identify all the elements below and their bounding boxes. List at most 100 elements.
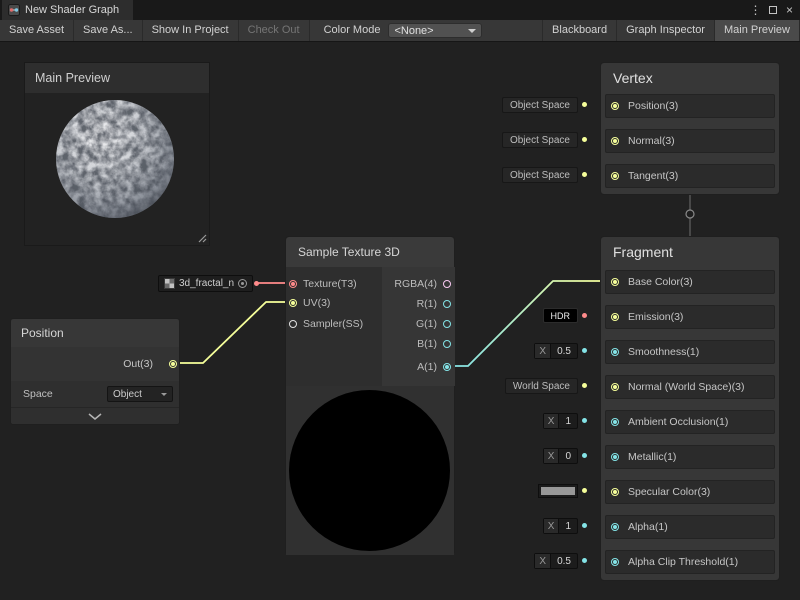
texture-asset-pill[interactable]: 3d_fractal_n [158,275,253,292]
vertex-row-tangent: Tangent(3) [605,164,775,188]
value[interactable]: 0.5 [551,346,577,357]
value[interactable]: 0 [559,451,577,462]
vertex-row-position: Position(3) [605,94,775,118]
float-field-smoothness[interactable]: X 0.5 [534,343,578,359]
save-as-button[interactable]: Save As... [74,20,143,41]
fragment-node[interactable]: Fragment Base Color(3) Emission(3) Smoot… [600,236,780,581]
port-alpha[interactable] [611,523,619,531]
port-position[interactable] [611,102,619,110]
port-b[interactable] [443,340,451,348]
port-alpha-clip-label: Alpha Clip Threshold(1) [628,551,738,573]
default-pill-tangent-space[interactable]: Object Space [502,167,578,183]
port-ambient-occlusion[interactable] [611,418,619,426]
shader-graph-icon [8,4,20,16]
resize-grip-icon[interactable] [197,233,207,243]
port-alpha-clip[interactable] [611,558,619,566]
port-metallic-label: Metallic(1) [628,446,676,468]
main-preview-title[interactable]: Main Preview [25,63,209,93]
blackboard-button[interactable]: Blackboard [542,20,617,41]
connector-dot [582,523,587,528]
float-field-alpha-clip[interactable]: X 0.5 [534,553,578,569]
pill-label: World Space [513,381,570,392]
save-asset-button[interactable]: Save Asset [0,20,74,41]
hdr-color-field[interactable]: HDR [543,308,579,323]
port-g[interactable] [443,320,451,328]
float-field-ambient-occlusion[interactable]: X 1 [543,413,578,429]
port-normal[interactable] [611,137,619,145]
chevron-down-icon[interactable] [88,413,102,420]
port-normal-ws[interactable] [611,383,619,391]
float-field-alpha[interactable]: X 1 [543,518,578,534]
space-dropdown[interactable]: Object [107,386,173,402]
port-specular-color-label: Specular Color(3) [628,481,710,503]
maximize-icon[interactable] [764,0,781,20]
port-tangent[interactable] [611,172,619,180]
port-a[interactable] [443,363,451,371]
check-out-button: Check Out [239,20,310,41]
default-pill-position-space[interactable]: Object Space [502,97,578,113]
port-emission[interactable] [611,313,619,321]
port-b-label: B(1) [417,335,437,353]
color-swatch-specular[interactable] [538,484,578,498]
connector-dot [582,172,587,177]
fragment-row-normal-ws: Normal (World Space)(3) [605,375,775,399]
port-specular-color[interactable] [611,488,619,496]
output-row-r: R(1) [286,295,454,313]
main-preview-viewport[interactable] [25,93,209,245]
connector-dot [582,137,587,142]
port-metallic[interactable] [611,453,619,461]
axis-label: X [544,449,560,463]
sample-texture-3d-node[interactable]: Sample Texture 3D Texture(T3) UV(3) Samp… [285,236,455,555]
port-smoothness-label: Smoothness(1) [628,341,699,363]
default-pill-normal-space[interactable]: Object Space [502,132,578,148]
stack-link-handle[interactable] [686,210,694,218]
port-r[interactable] [443,300,451,308]
output-row-rgba: RGBA(4) [286,275,454,293]
port-out[interactable] [169,360,177,368]
value[interactable]: 1 [559,521,577,532]
color-mode-value: <None> [394,25,464,37]
port-base-color[interactable] [611,278,619,286]
port-smoothness[interactable] [611,348,619,356]
unity-window: New Shader Graph ⋮ × Save Asset Save As.… [0,0,800,600]
port-out-label: Out(3) [123,347,153,381]
toolbar-spacer [482,20,543,41]
fragment-row-ambient-occlusion: Ambient Occlusion(1) [605,410,775,434]
position-node[interactable]: Position Out(3) Space Object [10,318,180,425]
graph-inspector-button[interactable]: Graph Inspector [616,20,715,41]
main-preview-panel[interactable]: Main Preview [24,62,210,246]
vertex-node[interactable]: Vertex Position(3) Normal(3) Tangent(3) [600,62,780,195]
port-rgba-label: RGBA(4) [394,275,437,293]
object-picker-icon[interactable] [238,279,247,288]
edge-position-to-uv[interactable] [176,302,288,363]
graph-canvas[interactable]: Main Preview [0,42,800,600]
port-position-label: Position(3) [628,95,678,117]
hdr-label: HDR [551,311,571,321]
show-in-project-button[interactable]: Show In Project [143,20,239,41]
vertex-row-normal: Normal(3) [605,129,775,153]
sample-node-title: Sample Texture 3D [286,237,454,267]
node-preview-area[interactable] [286,386,454,555]
fragment-row-alpha-clip: Alpha Clip Threshold(1) [605,550,775,574]
preview-sphere[interactable] [25,93,209,245]
main-preview-button[interactable]: Main Preview [714,20,800,41]
tab-new-shader-graph[interactable]: New Shader Graph [2,0,133,20]
float-field-metallic[interactable]: X 0 [543,448,578,464]
connector-dot [582,418,587,423]
value[interactable]: 1 [559,416,577,427]
fragment-row-emission: Emission(3) [605,305,775,329]
dropdown-arrow-icon [468,29,476,33]
port-rgba[interactable] [443,280,451,288]
value[interactable]: 0.5 [551,556,577,567]
color-mode-dropdown[interactable]: <None> [388,23,482,38]
axis-label: X [544,414,560,428]
position-out-row: Out(3) [11,347,179,381]
space-pill-world-space[interactable]: World Space [505,378,578,394]
close-icon[interactable]: × [781,0,798,20]
edge-alpha-to-basecolor[interactable] [450,281,604,366]
connector-dot [582,102,587,107]
port-alpha-label: Alpha(1) [628,516,668,538]
kebab-menu-icon[interactable]: ⋮ [747,0,764,20]
tab-title: New Shader Graph [25,4,119,16]
port-ambient-occlusion-label: Ambient Occlusion(1) [628,411,728,433]
